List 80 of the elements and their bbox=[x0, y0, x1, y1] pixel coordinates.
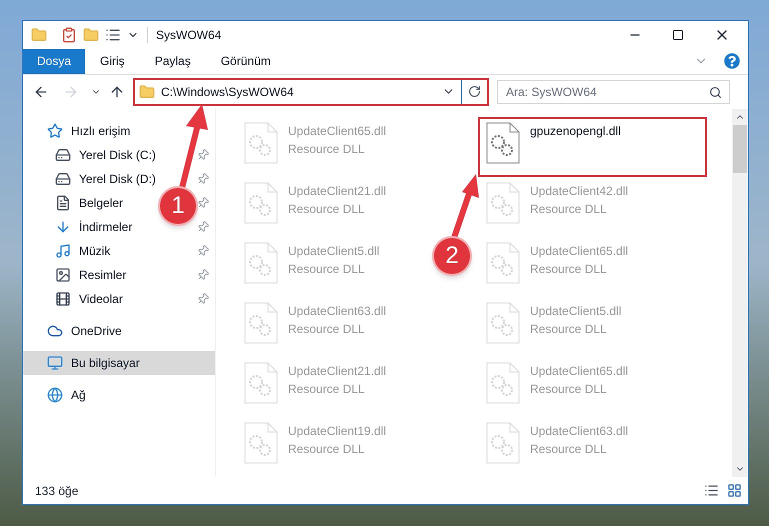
item-count: 133 öğe bbox=[35, 482, 78, 500]
refresh-icon[interactable] bbox=[468, 85, 481, 98]
file-name: UpdateClient63.dll bbox=[288, 302, 386, 320]
document-icon bbox=[55, 194, 71, 211]
file-type: Resource DLL bbox=[530, 380, 608, 398]
ribbon-tab[interactable]: Giriş bbox=[85, 48, 140, 74]
sidebar-item[interactable]: Yerel Disk (D:) bbox=[79, 170, 156, 188]
file-type: Resource DLL bbox=[530, 200, 608, 218]
file-type: Resource DLL bbox=[530, 260, 608, 278]
address-path: C:\Windows\SysWOW64 bbox=[161, 84, 294, 101]
file-name: UpdateClient5.dll bbox=[288, 242, 380, 260]
search-icon[interactable] bbox=[709, 86, 722, 99]
up-icon[interactable] bbox=[109, 84, 125, 100]
music-note-icon bbox=[55, 242, 71, 259]
file-type: Resource DLL bbox=[288, 380, 366, 398]
scroll-thumb[interactable] bbox=[733, 124, 747, 173]
large-icons-view-icon[interactable] bbox=[727, 483, 742, 498]
dll-file-icon bbox=[244, 302, 278, 344]
down-arrow-icon bbox=[55, 218, 71, 235]
details-view-icon[interactable] bbox=[704, 483, 719, 498]
sidebar-item[interactable]: Ağ bbox=[71, 386, 86, 404]
dll-file-icon bbox=[486, 422, 520, 464]
scrollbar[interactable] bbox=[732, 108, 748, 478]
help-icon[interactable] bbox=[724, 53, 740, 70]
dll-file-icon bbox=[486, 122, 520, 164]
file-item[interactable]: gpuzenopengl.dll bbox=[478, 116, 707, 177]
file-type: Resource DLL bbox=[288, 320, 366, 338]
file-name: UpdateClient65.dll bbox=[530, 242, 628, 260]
address-bar[interactable]: C:\Windows\SysWOW64 bbox=[133, 78, 489, 106]
dll-file-icon bbox=[486, 362, 520, 404]
sidebar-item[interactable]: OneDrive bbox=[71, 322, 122, 340]
drive-icon bbox=[55, 146, 71, 163]
back-icon[interactable] bbox=[33, 84, 49, 100]
file-type: Resource DLL bbox=[288, 260, 366, 278]
file-type: Resource DLL bbox=[288, 200, 366, 218]
file-type: Resource DLL bbox=[530, 440, 608, 458]
ribbon-tab[interactable]: Paylaş bbox=[140, 48, 206, 74]
sidebar-item[interactable]: Belgeler bbox=[79, 194, 124, 212]
window-title: SysWOW64 bbox=[156, 26, 222, 44]
drive-icon bbox=[55, 170, 71, 187]
dll-file-icon bbox=[244, 182, 278, 224]
search-field[interactable]: Ara: SysWOW64 bbox=[497, 80, 730, 104]
list-icon[interactable] bbox=[105, 26, 121, 43]
folder-icon bbox=[139, 84, 155, 100]
file-name: UpdateClient21.dll bbox=[288, 182, 386, 200]
sidebar-item[interactable]: İndirmeler bbox=[79, 218, 132, 236]
sidebar-item[interactable]: Yerel Disk (C:) bbox=[79, 146, 156, 164]
network-icon bbox=[47, 386, 63, 403]
dll-file-icon bbox=[486, 242, 520, 284]
maximize-icon[interactable] bbox=[672, 28, 684, 41]
sidebar-item[interactable]: Müzik bbox=[79, 242, 110, 260]
properties-icon[interactable] bbox=[61, 26, 77, 43]
sidebar-item[interactable]: Resimler bbox=[79, 266, 126, 284]
file-name: UpdateClient19.dll bbox=[288, 422, 386, 440]
dll-file-icon bbox=[244, 422, 278, 464]
file-name: UpdateClient65.dll bbox=[530, 362, 628, 380]
sidebar-item[interactable]: Hızlı erişim bbox=[71, 122, 130, 140]
file-name: gpuzenopengl.dll bbox=[530, 122, 621, 140]
dll-file-icon bbox=[244, 362, 278, 404]
star-icon bbox=[47, 122, 63, 139]
sidebar-item[interactable]: Bu bilgisayar bbox=[71, 354, 140, 372]
file-type: Resource DLL bbox=[530, 320, 608, 338]
file-name: UpdateClient21.dll bbox=[288, 362, 386, 380]
file-name: UpdateClient65.dll bbox=[288, 122, 386, 140]
file-type: Resource DLL bbox=[288, 140, 366, 158]
file-tab[interactable]: Dosya bbox=[23, 48, 86, 74]
ribbon-tab[interactable]: Görünüm bbox=[206, 48, 286, 74]
dll-file-icon bbox=[486, 302, 520, 344]
sidebar-item[interactable]: Videolar bbox=[79, 290, 123, 308]
picture-icon bbox=[55, 266, 71, 283]
dll-file-icon bbox=[486, 182, 520, 224]
dll-file-icon bbox=[244, 122, 278, 164]
file-name: UpdateClient63.dll bbox=[530, 422, 628, 440]
monitor-icon bbox=[47, 354, 63, 371]
dll-file-icon bbox=[244, 242, 278, 284]
file-name: UpdateClient5.dll bbox=[530, 302, 622, 320]
file-type: Resource DLL bbox=[288, 440, 366, 458]
film-icon bbox=[55, 290, 71, 307]
file-name: UpdateClient42.dll bbox=[530, 182, 628, 200]
cloud-icon bbox=[47, 322, 63, 339]
